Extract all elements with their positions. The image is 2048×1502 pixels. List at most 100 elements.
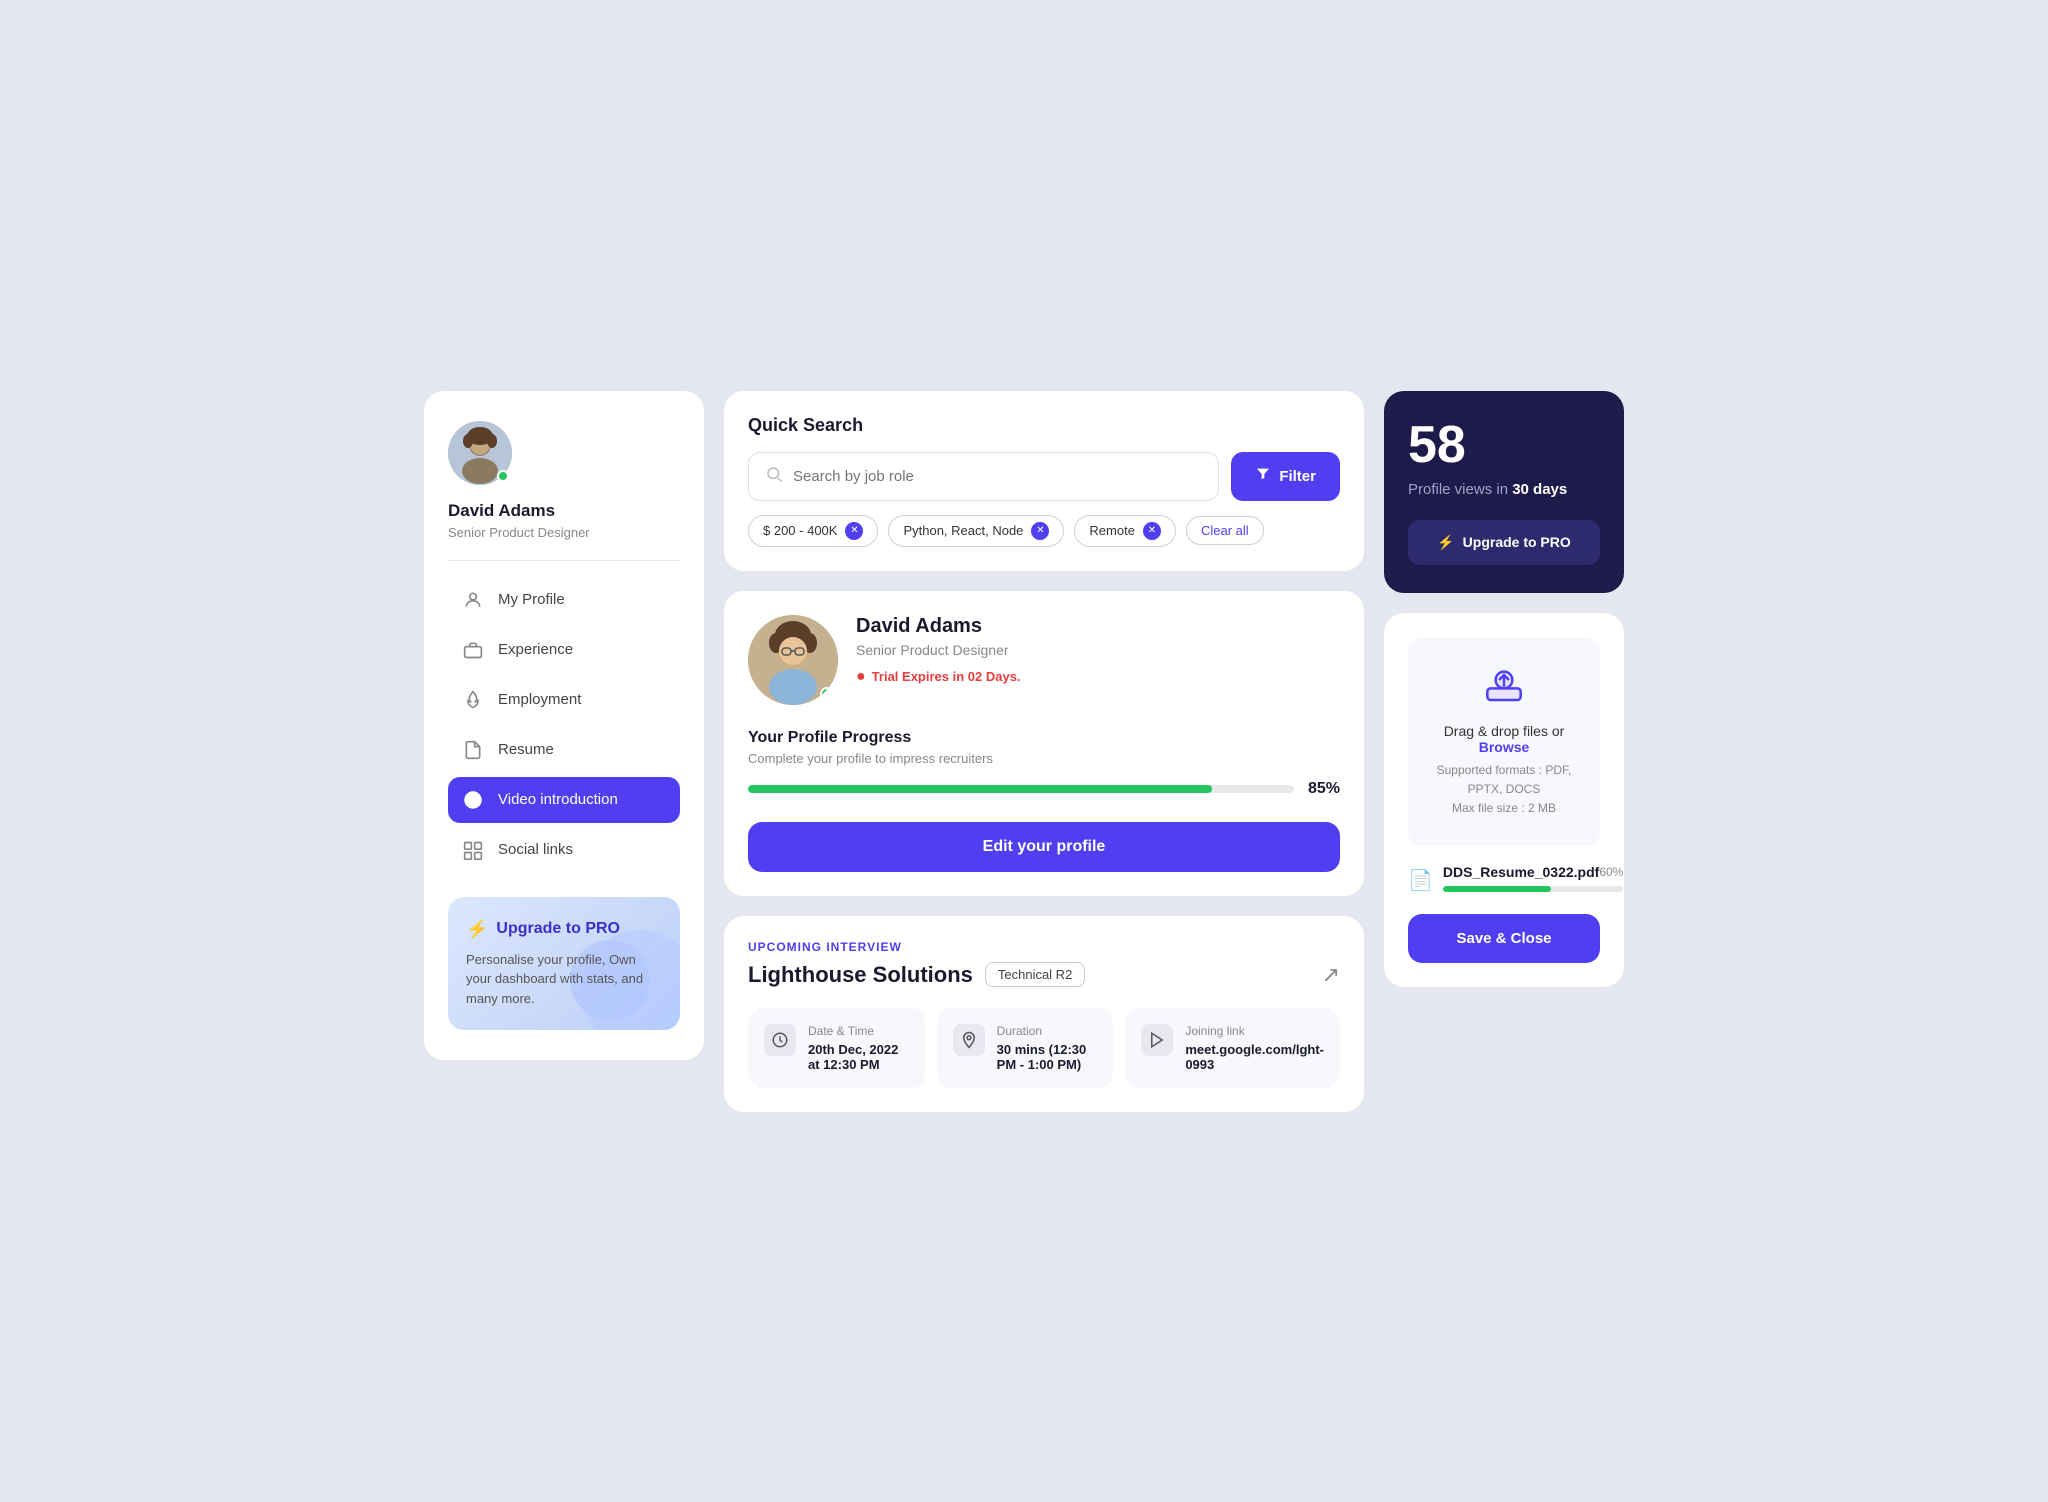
progress-row: 85% (748, 780, 1340, 798)
filter-button[interactable]: Filter (1231, 452, 1340, 501)
play-icon (462, 789, 484, 811)
tag-remote-remove[interactable]: ✕ (1143, 522, 1161, 540)
lightning-icon: ⚡ (466, 919, 488, 940)
nav-label-video-intro: Video introduction (498, 791, 618, 808)
lightning-stats-icon: ⚡ (1437, 534, 1454, 551)
filter-tags: $ 200 - 400K ✕ Python, React, Node ✕ Rem… (748, 515, 1340, 547)
profile-avatar (748, 615, 838, 705)
progress-label: Your Profile Progress (748, 729, 1340, 747)
file-icon: 📄 (1408, 868, 1433, 893)
stats-card: 58 Profile views in 30 days ⚡ Upgrade to… (1384, 391, 1624, 593)
interview-title-row: Lighthouse Solutions Technical R2 (748, 962, 1085, 988)
file-progress-fill (1443, 886, 1551, 892)
drop-text: Drag & drop files or Browse (1428, 723, 1580, 755)
upload-card: Drag & drop files or Browse Supported fo… (1384, 613, 1624, 988)
file-percent: 60% (1599, 865, 1623, 879)
drop-formats: Supported formats : PDF, PPTX, DOCS Max … (1428, 761, 1580, 819)
tag-skills[interactable]: Python, React, Node ✕ (888, 515, 1064, 547)
nav-label-employment: Employment (498, 691, 581, 708)
interview-header: Lighthouse Solutions Technical R2 ↗ (748, 962, 1340, 988)
briefcase-icon (462, 639, 484, 661)
tag-salary-remove[interactable]: ✕ (845, 522, 863, 540)
progress-bar-fill (748, 785, 1212, 793)
progress-percent: 85% (1308, 780, 1340, 798)
drop-zone[interactable]: Drag & drop files or Browse Supported fo… (1408, 637, 1600, 847)
edit-profile-button[interactable]: Edit your profile (748, 822, 1340, 872)
tag-remote[interactable]: Remote ✕ (1074, 515, 1176, 547)
clock-icon (764, 1024, 796, 1056)
sidebar-upgrade-title[interactable]: ⚡ Upgrade to PRO (466, 919, 662, 940)
sidebar: David Adams Senior Product Designer My P… (424, 391, 704, 1061)
interview-detail-link: Joining link meet.google.com/lght-0993 (1125, 1008, 1340, 1088)
progress-sublabel: Complete your profile to impress recruit… (748, 751, 1340, 766)
external-link-icon[interactable]: ↗ (1322, 962, 1340, 988)
avatar-wrap (448, 421, 512, 485)
profile-top: David Adams Senior Product Designer ● Tr… (748, 615, 1340, 705)
file-row: 📄 DDS_Resume_0322.pdf 60% (1408, 864, 1600, 896)
sidebar-item-my-profile[interactable]: My Profile (448, 577, 680, 623)
progress-bar (748, 785, 1294, 793)
upload-icon (1428, 665, 1580, 713)
nav-label-social-links: Social links (498, 841, 573, 858)
progress-section: Your Profile Progress Complete your prof… (748, 729, 1340, 798)
document-icon (462, 739, 484, 761)
detail-value-joinlink: meet.google.com/lght-0993 (1185, 1042, 1324, 1072)
tag-skills-remove[interactable]: ✕ (1031, 522, 1049, 540)
detail-value-datetime: 20th Dec, 2022 at 12:30 PM (808, 1042, 909, 1072)
detail-label-datetime: Date & Time (808, 1024, 909, 1038)
profile-role: Senior Product Designer (856, 642, 1340, 658)
file-name: DDS_Resume_0322.pdf (1443, 864, 1599, 880)
sidebar-item-resume[interactable]: Resume (448, 727, 680, 773)
sidebar-item-experience[interactable]: Experience (448, 627, 680, 673)
stats-upgrade-button[interactable]: ⚡ Upgrade to PRO (1408, 520, 1600, 565)
person-icon (462, 589, 484, 611)
tag-salary[interactable]: $ 200 - 400K ✕ (748, 515, 878, 547)
nav-label-my-profile: My Profile (498, 591, 565, 608)
sidebar-item-video-intro[interactable]: Video introduction (448, 777, 680, 823)
browse-link[interactable]: Browse (1479, 739, 1530, 755)
save-close-button[interactable]: Save & Close (1408, 914, 1600, 963)
interview-company: Lighthouse Solutions (748, 962, 973, 988)
filter-icon (1255, 466, 1271, 486)
middle-column: Quick Search Filter (724, 391, 1364, 1112)
nav-label-experience: Experience (498, 641, 573, 658)
quick-search-title: Quick Search (748, 415, 1340, 436)
sidebar-upgrade-desc: Personalise your profile, Own your dashb… (466, 950, 662, 1009)
upcoming-label: UPCOMING INTERVIEW (748, 940, 1340, 954)
main-layout: David Adams Senior Product Designer My P… (424, 391, 1624, 1112)
search-input-wrap[interactable] (748, 452, 1219, 501)
link-icon (462, 839, 484, 861)
profile-avatar-dot (820, 687, 834, 701)
interview-detail-datetime: Date & Time 20th Dec, 2022 at 12:30 PM (748, 1008, 925, 1088)
detail-value-duration: 30 mins (12:30 PM - 1:00 PM) (997, 1042, 1098, 1072)
nav-label-resume: Resume (498, 741, 554, 758)
interview-card: UPCOMING INTERVIEW Lighthouse Solutions … (724, 916, 1364, 1112)
flame-icon (462, 689, 484, 711)
trial-dot-icon: ● (856, 668, 866, 686)
profile-card: David Adams Senior Product Designer ● Tr… (724, 591, 1364, 896)
profile-name: David Adams (856, 615, 1340, 638)
sidebar-item-social-links[interactable]: Social links (448, 827, 680, 873)
quick-search-row: Filter (748, 452, 1340, 501)
sidebar-item-employment[interactable]: Employment (448, 677, 680, 723)
video-link-icon (1141, 1024, 1173, 1056)
interview-detail-duration: Duration 30 mins (12:30 PM - 1:00 PM) (937, 1008, 1114, 1088)
stats-number: 58 (1408, 419, 1600, 471)
sidebar-user-role: Senior Product Designer (448, 525, 590, 540)
trial-badge: ● Trial Expires in 02 Days. (856, 668, 1021, 686)
sidebar-user-name: David Adams (448, 501, 555, 521)
sidebar-profile: David Adams Senior Product Designer (448, 421, 680, 561)
search-input[interactable] (793, 468, 1202, 485)
sidebar-upgrade-card: ⚡ Upgrade to PRO Personalise your profil… (448, 897, 680, 1031)
stats-desc: Profile views in 30 days (1408, 479, 1600, 500)
clear-all-button[interactable]: Clear all (1186, 516, 1264, 545)
interview-details: Date & Time 20th Dec, 2022 at 12:30 PM D… (748, 1008, 1340, 1088)
interview-badge: Technical R2 (985, 962, 1085, 987)
avatar-online-dot (497, 470, 509, 482)
nav-items: My Profile Experience Employment (448, 577, 680, 873)
search-icon (765, 465, 783, 488)
profile-info: David Adams Senior Product Designer ● Tr… (856, 615, 1340, 686)
location-icon (953, 1024, 985, 1056)
detail-label-joinlink: Joining link (1185, 1024, 1324, 1038)
quick-search-card: Quick Search Filter (724, 391, 1364, 571)
